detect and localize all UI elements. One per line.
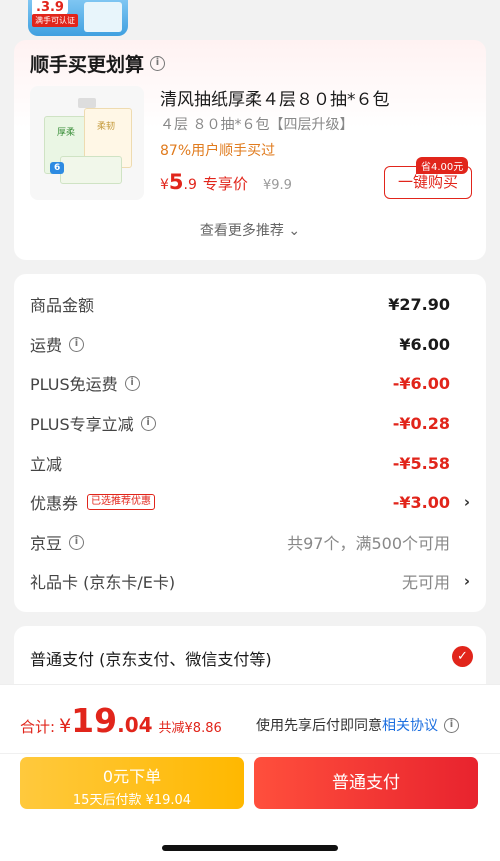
tissue-pack-c <box>60 156 122 184</box>
total-symbol: ¥ <box>59 715 72 737</box>
product-image[interactable]: 厚柔 柔韧 6 <box>30 86 144 200</box>
coupon-recommended-tag: 已选推荐优惠 <box>87 494 156 510</box>
summary-row-plus-discount: PLUS专享立减 i -¥0.28 <box>30 411 470 435</box>
price-label: 专享价 <box>202 175 248 193</box>
coupon-label: 优惠券 <box>30 494 79 513</box>
checkout-bar: 合计: ¥ 19 .04 共减¥8.86 使用先享后付即同意 相关协议 i 0元… <box>0 684 500 861</box>
product-price: ¥ 5 .9 专享价 <box>160 170 248 194</box>
info-icon[interactable]: i <box>444 717 459 733</box>
save-badge: 省4.00元 <box>416 157 469 174</box>
order-summary-card: 商品金额 ¥27.90 运费 i ¥6.00 PLUS免运费 i -¥6.00 PL… <box>14 274 486 612</box>
summary-row-jingdou: 京豆 i 共97个，满500个可用 <box>30 530 470 554</box>
home-indicator[interactable] <box>162 845 338 851</box>
previous-item-price-tag: .3.9 <box>32 0 68 15</box>
payment-method-label: 普通支付 (京东支付、微信支付等) <box>30 650 272 669</box>
recommend-title-text: 顺手买更划算 <box>30 54 145 76</box>
summary-row-instant-discount: 立减 -¥5.58 <box>30 451 470 475</box>
summary-row-giftcard[interactable]: 礼品卡 (京东卡/E卡) 无可用 › <box>30 569 470 593</box>
previous-item-package-image <box>84 2 122 32</box>
order-total: 合计: ¥ 19 .04 共减¥8.86 <box>20 701 222 740</box>
price-decimal: .9 <box>183 177 197 193</box>
product-name[interactable]: 清风抽纸厚柔４层８０抽*６包 <box>160 85 390 110</box>
price-symbol: ¥ <box>160 177 169 193</box>
total-label: 合计: <box>20 718 56 736</box>
instant-discount-value: -¥5.58 <box>392 453 450 473</box>
check-icon[interactable]: ✓ <box>452 646 473 667</box>
chevron-right-icon[interactable]: › <box>456 493 470 511</box>
coupon-value: -¥3.00 <box>392 492 450 512</box>
chevron-right-icon[interactable]: › <box>456 572 470 590</box>
summary-row-shipping: 运费 i ¥6.00 <box>30 332 470 356</box>
pay-later-title: 0元下单 <box>102 767 162 786</box>
price-integer: 5 <box>168 170 184 194</box>
normal-pay-button[interactable]: 普通支付 <box>254 757 478 809</box>
brand-logo-icon <box>78 98 96 108</box>
total-decimal: .04 <box>117 713 153 737</box>
info-icon[interactable]: i <box>124 375 140 391</box>
jingdou-label: 京豆 <box>30 534 63 553</box>
plus-discount-value: -¥0.28 <box>392 413 450 433</box>
plus-discount-label: PLUS专享立减 <box>30 415 134 434</box>
goods-amount-label: 商品金额 <box>30 296 95 315</box>
info-icon[interactable]: i <box>140 415 156 431</box>
goods-amount-value: ¥27.90 <box>388 294 450 314</box>
agreement-link[interactable]: 相关协议 <box>382 715 438 735</box>
recommend-title: 顺手买更划算 i <box>30 50 166 77</box>
summary-row-goods: 商品金额 ¥27.90 <box>30 292 470 316</box>
plus-free-shipping-label: PLUS免运费 <box>30 375 118 394</box>
product-spec: ４层 ８０抽*６包【四层升级】 <box>160 117 354 133</box>
pay-later-subtitle: 15天后付款 ¥19.04 <box>72 793 192 808</box>
more-recommendations-link[interactable]: 查看更多推荐 ⌄ <box>14 220 486 240</box>
giftcard-label: 礼品卡 (京东卡/E卡) <box>30 573 176 592</box>
product-buy-rate: 87%用户顺手买过 <box>160 143 276 159</box>
original-price: ¥9.9 <box>263 178 292 193</box>
jingdou-value: 共97个，满500个可用 <box>287 534 450 553</box>
info-icon[interactable]: i <box>69 534 85 550</box>
total-saving: 共减¥8.86 <box>158 721 222 736</box>
info-icon[interactable]: i <box>69 336 85 352</box>
pack-count-mark: 6 <box>50 162 65 174</box>
info-icon[interactable]: i <box>150 56 166 71</box>
agreement-prefix: 使用先享后付即同意 <box>256 718 382 734</box>
summary-row-coupon[interactable]: 优惠券 已选推荐优惠 -¥3.00 › <box>30 490 470 514</box>
summary-row-plus-shipping: PLUS免运费 i -¥6.00 <box>30 371 470 395</box>
previous-item-badge: 满手可认证 <box>32 14 78 27</box>
shipping-label: 运费 <box>30 336 63 355</box>
agreement-text: 使用先享后付即同意 相关协议 i <box>256 715 459 735</box>
pay-later-button[interactable]: 0元下单 15天后付款 ¥19.04 <box>20 757 244 809</box>
previous-item-thumbnail[interactable]: .3.9 满手可认证 <box>28 0 128 36</box>
giftcard-value: 无可用 <box>401 573 450 592</box>
instant-discount-label: 立减 <box>30 455 63 474</box>
recommend-card: 顺手买更划算 i 厚柔 柔韧 6 清风抽纸厚柔４层８０抽*６包 ４层 ８０抽*６… <box>14 40 486 260</box>
total-integer: 19 <box>71 701 118 740</box>
shipping-value: ¥6.00 <box>399 334 450 354</box>
divider <box>0 753 500 754</box>
plus-free-shipping-value: -¥6.00 <box>392 373 450 393</box>
